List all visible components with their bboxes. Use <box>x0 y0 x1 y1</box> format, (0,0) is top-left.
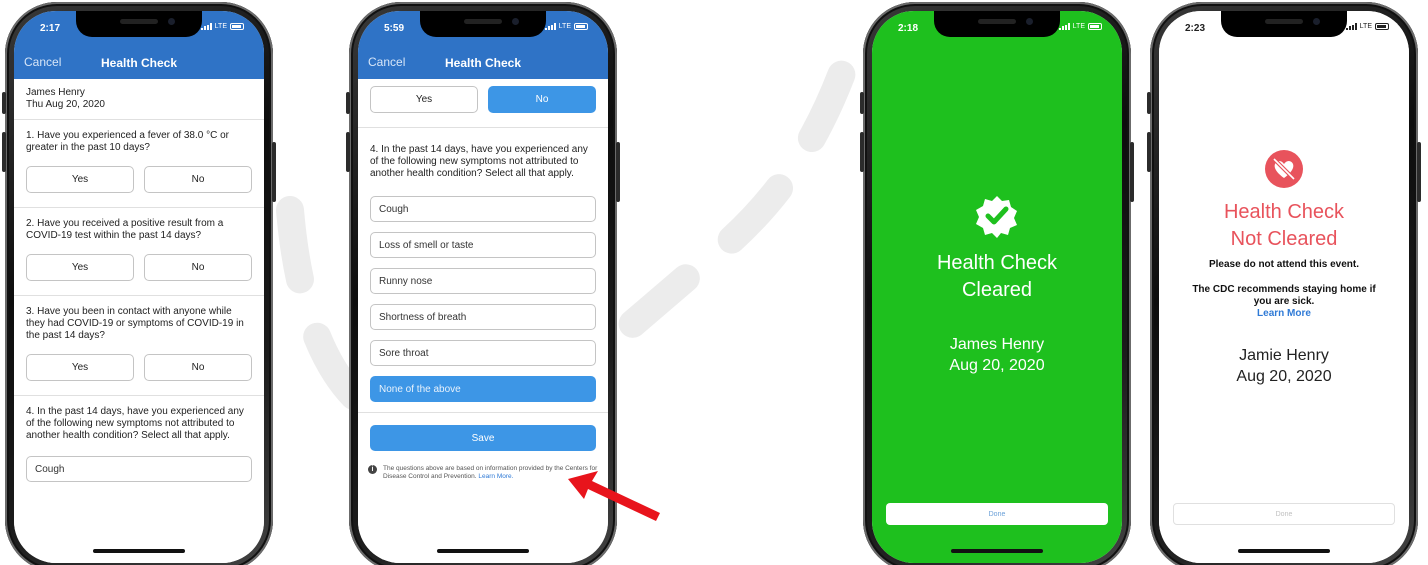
no-button[interactable]: No <box>144 254 252 281</box>
phone-screen: 2:23 LTE Health Check Not Cleared Please… <box>1159 11 1409 563</box>
signal-bars-icon <box>1345 23 1357 30</box>
status-time: 2:17 <box>40 23 61 34</box>
symptom-option-shortness-of-breath[interactable]: Shortness of breath <box>370 304 596 330</box>
attendance-warning: Please do not attend this event. <box>1208 259 1360 270</box>
network-label: LTE <box>558 23 571 30</box>
notch <box>420 11 546 37</box>
check-badge-icon <box>976 196 1017 238</box>
notch <box>1221 11 1347 37</box>
battery-icon <box>230 23 244 30</box>
status-title-line2: Not Cleared <box>1230 228 1338 250</box>
no-button[interactable]: No <box>144 354 252 381</box>
patient-name: James Henry <box>26 87 85 98</box>
signal-bars-icon <box>544 23 556 30</box>
question-4: 4. In the past 14 days, have you experie… <box>14 396 264 452</box>
question-4: 4. In the past 14 days, have you experie… <box>358 128 608 190</box>
question-text: 2. Have you received a positive result f… <box>26 218 224 241</box>
cleared-screen: 2:18 LTE Health Check Cleared James Henr… <box>872 11 1122 563</box>
notch <box>934 11 1060 37</box>
symptom-option-sore-throat[interactable]: Sore throat <box>370 340 596 366</box>
battery-icon <box>574 23 588 30</box>
cdc-recommendation: The CDC recommends staying home if you a… <box>1192 284 1376 307</box>
yes-button[interactable]: Yes <box>26 254 134 281</box>
signal-indicator: LTE <box>1345 23 1389 30</box>
phone-not-cleared: 2:23 LTE Health Check Not Cleared Please… <box>1147 2 1421 565</box>
yes-button[interactable]: Yes <box>26 354 134 381</box>
question-text: 3. Have you been in contact with anyone … <box>26 306 244 341</box>
question-text: 4. In the past 14 days, have you experie… <box>26 406 244 441</box>
home-indicator <box>951 549 1043 553</box>
phone-question-list: 2:17 LTE Cancel Health Check James Henry… <box>2 2 276 565</box>
learn-more-link[interactable]: Learn More <box>1159 308 1409 319</box>
crossed-heart-icon <box>1265 150 1303 188</box>
symptom-option-runny-nose[interactable]: Runny nose <box>370 268 596 294</box>
phone-cleared: 2:18 LTE Health Check Cleared James Henr… <box>860 2 1134 565</box>
cancel-button[interactable]: Cancel <box>24 55 61 69</box>
network-label: LTE <box>1359 23 1372 30</box>
home-indicator <box>93 549 185 553</box>
phone-screen: 2:17 LTE Cancel Health Check James Henry… <box>14 11 264 563</box>
learn-more-link[interactable]: Learn More. <box>478 473 513 480</box>
nav-bar: Cancel Health Check <box>358 47 608 79</box>
previous-answer: Yes No <box>358 86 608 128</box>
symptom-option-none-selected[interactable]: None of the above <box>370 376 596 402</box>
yes-button[interactable]: Yes <box>26 166 134 193</box>
done-button[interactable]: Done <box>1173 503 1395 525</box>
battery-icon <box>1375 23 1389 30</box>
signal-bars-icon <box>200 23 212 30</box>
network-label: LTE <box>214 23 227 30</box>
status-time: 2:23 <box>1185 23 1206 34</box>
status-time: 5:59 <box>384 23 405 34</box>
battery-icon <box>1088 23 1102 30</box>
status-title-line1: Health Check <box>936 252 1058 274</box>
phone-screen: 2:18 LTE Health Check Cleared James Henr… <box>872 11 1122 563</box>
home-indicator <box>1238 549 1330 553</box>
yes-button[interactable]: Yes <box>370 86 478 113</box>
nav-bar: Cancel Health Check <box>14 47 264 79</box>
red-arrow-annotation <box>568 471 660 521</box>
home-indicator <box>437 549 529 553</box>
status-title-line1: Health Check <box>1223 201 1345 223</box>
signal-bars-icon <box>1058 23 1070 30</box>
nav-title: Health Check <box>100 56 178 70</box>
signal-indicator: LTE <box>1058 23 1102 30</box>
attendee-name: James Henry <box>949 336 1045 353</box>
save-button[interactable]: Save <box>370 425 596 451</box>
no-button-selected[interactable]: No <box>488 86 596 113</box>
nav-title: Health Check <box>444 56 522 70</box>
question-text: 1. Have you experienced a fever of 38.0 … <box>26 130 230 153</box>
questionnaire[interactable]: James Henry Thu Aug 20, 2020 1. Have you… <box>14 79 264 563</box>
status-title-line2: Cleared <box>961 279 1033 301</box>
network-label: LTE <box>1072 23 1085 30</box>
symptom-option-cough[interactable]: Cough <box>370 196 596 222</box>
no-button[interactable]: No <box>144 166 252 193</box>
signal-indicator: LTE <box>200 23 244 30</box>
check-date: Aug 20, 2020 <box>1236 368 1332 385</box>
question-1: 1. Have you experienced a fever of 38.0 … <box>14 120 264 208</box>
question-2: 2. Have you received a positive result f… <box>14 208 264 296</box>
attendee-name: Jamie Henry <box>1239 347 1329 364</box>
status-time: 2:18 <box>898 23 919 34</box>
patient-header: James Henry Thu Aug 20, 2020 <box>14 79 264 120</box>
cancel-button[interactable]: Cancel <box>368 55 405 69</box>
info-icon: i <box>368 465 377 474</box>
check-date: Aug 20, 2020 <box>949 357 1045 374</box>
not-cleared-screen: 2:23 LTE Health Check Not Cleared Please… <box>1159 11 1409 563</box>
question-text: 4. In the past 14 days, have you experie… <box>370 144 588 179</box>
signal-indicator: LTE <box>544 23 588 30</box>
check-date: Thu Aug 20, 2020 <box>26 99 105 110</box>
symptom-option-cough[interactable]: Cough <box>26 456 252 482</box>
notch <box>76 11 202 37</box>
done-button[interactable]: Done <box>886 503 1108 525</box>
question-3: 3. Have you been in contact with anyone … <box>14 296 264 396</box>
symptom-option-loss-of-smell[interactable]: Loss of smell or taste <box>370 232 596 258</box>
